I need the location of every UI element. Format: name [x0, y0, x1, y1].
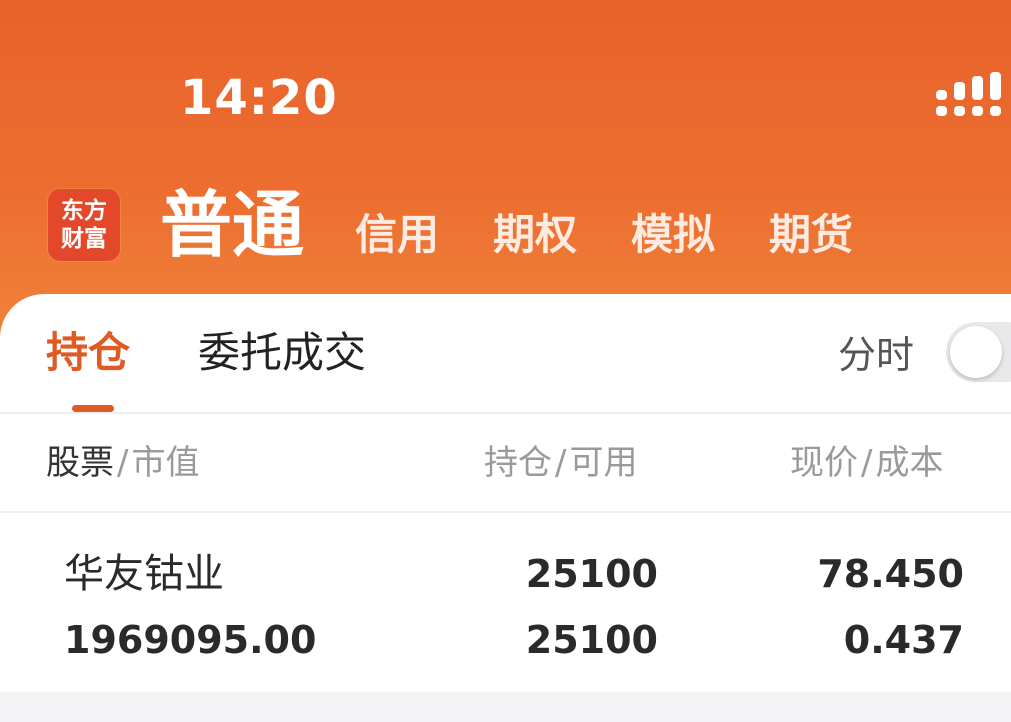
logo-line-1: 东方 [61, 198, 107, 224]
column-stock-separator: / [117, 443, 129, 483]
tab-qiquan[interactable]: 期权 [493, 210, 577, 260]
column-market-value-label: 市值 [131, 443, 200, 483]
toggle-knob [950, 326, 1002, 378]
position-quantity: 25100 [525, 552, 658, 596]
column-position-separator: / [555, 443, 567, 483]
column-position-label: 持仓 [484, 443, 552, 483]
status-time: 14:20 [180, 70, 338, 126]
column-header-price[interactable]: 现价/成本 [790, 442, 943, 484]
fenshi-toggle[interactable] [946, 322, 1011, 382]
holdings-card: 持仓 委托成交 分时 股票/市值 持仓/可用 现价/成本 华友钴业 196909… [0, 294, 1011, 692]
stock-name: 华友钴业 [64, 551, 224, 597]
column-header-position[interactable]: 持仓/可用 [484, 442, 637, 484]
header-divider [0, 511, 1011, 513]
active-tab-indicator [72, 405, 114, 412]
column-available-label: 可用 [569, 443, 638, 483]
tab-moni[interactable]: 模拟 [631, 210, 715, 260]
market-value: 1969095.00 [64, 618, 317, 662]
tab-holdings[interactable]: 持仓 [46, 328, 130, 378]
fenshi-label: 分时 [838, 333, 915, 377]
tab-divider [0, 412, 1011, 414]
cost-price: 0.437 [843, 618, 964, 662]
tab-orders-trades[interactable]: 委托成交 [198, 328, 366, 378]
app-logo-icon[interactable]: 东方 财富 [48, 189, 120, 261]
column-stock-label: 股票 [46, 443, 114, 483]
app-header: 14:20 东方 财富 普通 信用 期权 模拟 期货 [0, 0, 1011, 340]
signal-icon [936, 72, 1001, 116]
tab-xinyong[interactable]: 信用 [355, 210, 439, 260]
column-price-label: 现价 [790, 443, 858, 483]
tab-putong[interactable]: 普通 [160, 186, 304, 264]
column-header-stock[interactable]: 股票/市值 [46, 442, 199, 484]
column-price-separator: / [861, 443, 873, 483]
tab-qihuo[interactable]: 期货 [769, 210, 853, 260]
current-price: 78.450 [817, 552, 964, 596]
column-cost-label: 成本 [875, 443, 944, 483]
available-quantity: 25100 [525, 618, 658, 662]
logo-line-2: 财富 [61, 226, 107, 252]
